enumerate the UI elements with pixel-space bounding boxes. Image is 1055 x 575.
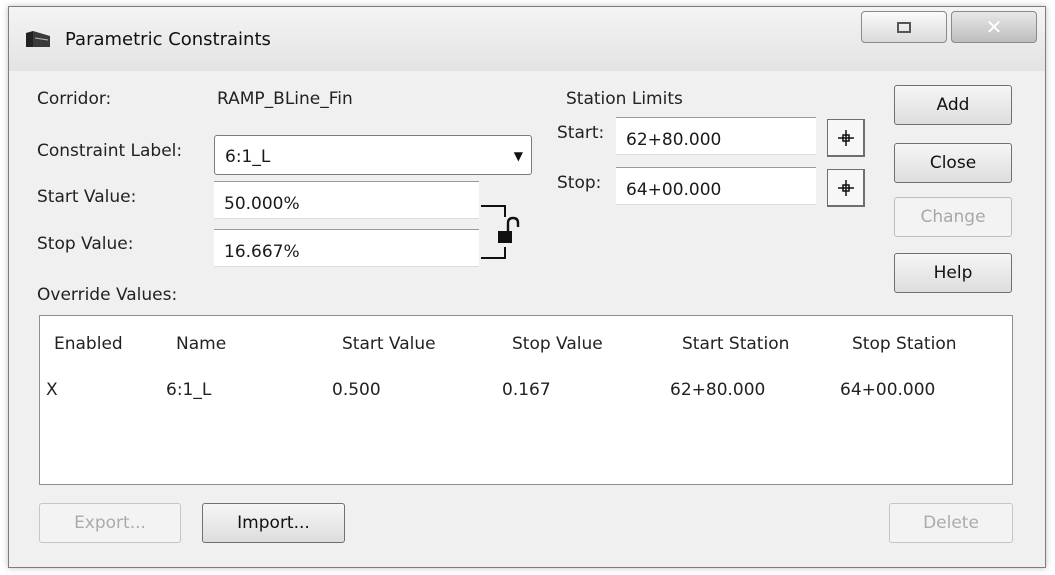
column-header-stop-station[interactable]: Stop Station (852, 334, 957, 354)
restore-icon (897, 21, 911, 33)
cell-stop-value: 0.167 (502, 380, 551, 400)
stop-value-field[interactable]: 16.667% (214, 229, 479, 267)
parametric-constraints-dialog: Parametric Constraints ✕ Corridor: RAMP_… (8, 6, 1046, 568)
crosshair-pick-icon (837, 179, 854, 196)
pick-start-station-button[interactable] (827, 119, 865, 157)
start-value-label: Start Value: (37, 187, 137, 207)
column-header-stop-value[interactable]: Stop Value (512, 334, 603, 354)
column-header-start-station[interactable]: Start Station (682, 334, 789, 354)
chevron-down-icon[interactable]: ▼ (514, 149, 523, 163)
title-bar: Parametric Constraints ✕ (9, 7, 1045, 71)
corridor-label: Corridor: (37, 89, 112, 109)
export-button[interactable]: Export... (39, 503, 181, 543)
window-title: Parametric Constraints (65, 29, 271, 50)
column-header-name[interactable]: Name (176, 334, 226, 354)
restore-button[interactable] (861, 11, 947, 43)
delete-button[interactable]: Delete (889, 503, 1013, 543)
close-button[interactable]: Close (894, 143, 1012, 183)
station-stop-label: Stop: (557, 173, 602, 193)
cell-stop-station: 64+00.000 (840, 380, 936, 400)
cell-start-value: 0.500 (332, 380, 381, 400)
station-start-label: Start: (557, 123, 605, 143)
station-start-field[interactable]: 62+80.000 (616, 117, 816, 155)
corridor-value: RAMP_BLine_Fin (217, 89, 353, 109)
override-values-table[interactable]: Enabled Name Start Value Stop Value Star… (39, 315, 1013, 485)
add-button[interactable]: Add (894, 85, 1012, 125)
corridor-app-icon (26, 31, 50, 47)
cell-name: 6:1_L (166, 380, 212, 400)
close-window-button[interactable]: ✕ (951, 11, 1037, 43)
import-button[interactable]: Import... (202, 503, 345, 543)
constraint-label-label: Constraint Label: (37, 141, 183, 161)
column-header-enabled[interactable]: Enabled (54, 334, 123, 354)
constraint-label-selected: 6:1_L (225, 147, 271, 167)
pick-stop-station-button[interactable] (827, 169, 865, 207)
cell-start-station: 62+80.000 (670, 380, 766, 400)
stop-value-label: Stop Value: (37, 234, 134, 254)
cell-enabled: X (46, 380, 58, 400)
change-button[interactable]: Change (894, 197, 1012, 237)
column-header-start-value[interactable]: Start Value (342, 334, 436, 354)
help-button[interactable]: Help (894, 253, 1012, 293)
crosshair-pick-icon (837, 129, 854, 146)
close-icon: ✕ (985, 15, 1003, 39)
station-limits-heading: Station Limits (566, 89, 683, 109)
override-values-label: Override Values: (37, 285, 178, 305)
station-stop-field[interactable]: 64+00.000 (616, 167, 816, 205)
lock-icon[interactable] (477, 203, 525, 261)
constraint-label-dropdown[interactable]: 6:1_L ▼ (214, 135, 532, 175)
start-value-field[interactable]: 50.000% (214, 181, 479, 219)
